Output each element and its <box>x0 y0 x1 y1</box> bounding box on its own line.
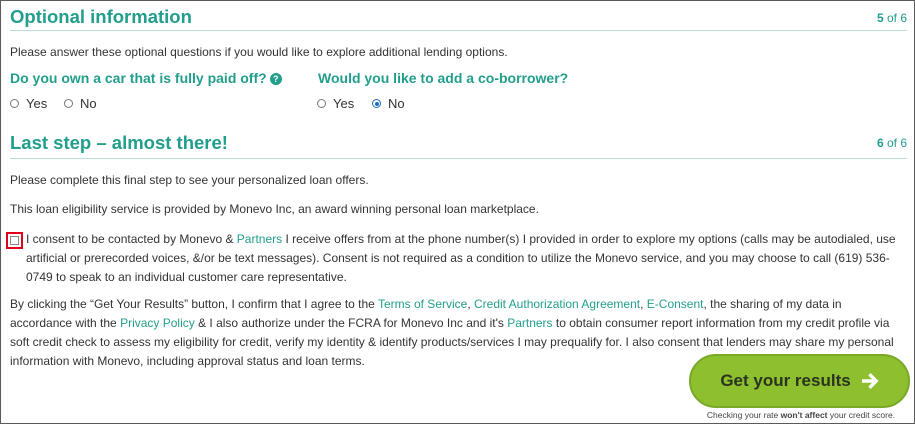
help-icon[interactable]: ? <box>269 73 282 85</box>
terms-of-service-link[interactable]: Terms of Service <box>378 297 467 311</box>
section-header-optional: Optional information 5 of 6 <box>10 1 907 31</box>
radio-label: Yes <box>26 96 48 111</box>
credit-authorization-link[interactable]: Credit Authorization Agreement <box>474 297 640 311</box>
e-consent-link[interactable]: E-Consent <box>647 297 704 311</box>
final-step-intro: Please complete this final step to see y… <box>10 173 369 187</box>
coborrower-yes-radio[interactable]: Yes <box>317 96 354 111</box>
radio-selected-icon[interactable] <box>372 99 381 108</box>
form-panel: Optional information 5 of 6 Please answe… <box>0 0 915 424</box>
radio-icon[interactable] <box>317 99 326 108</box>
section-header-last-step: Last step – almost there! 6 of 6 <box>10 129 907 159</box>
car-no-radio[interactable]: No <box>64 96 97 111</box>
get-results-button[interactable]: Get your results <box>689 354 910 408</box>
question-car: Do you own a car that is fully paid off?… <box>10 70 282 86</box>
credit-score-note: Checking your rate won't affect your cre… <box>706 410 896 420</box>
coborrower-no-radio[interactable]: No <box>372 96 405 111</box>
radio-icon[interactable] <box>64 99 73 108</box>
step-indicator: 6 of 6 <box>876 136 907 150</box>
consent-text: I consent to be contacted by Monevo & Pa… <box>26 232 896 284</box>
question-car-label: Do you own a car that is fully paid off? <box>10 70 267 86</box>
consent-checkbox-highlight[interactable] <box>6 232 23 249</box>
step-indicator: 5 of 6 <box>876 11 907 25</box>
consent-checkbox[interactable] <box>10 236 19 245</box>
radio-label: Yes <box>333 96 355 111</box>
arrow-right-icon <box>861 373 879 389</box>
section-title: Optional information <box>10 6 192 27</box>
radio-icon[interactable] <box>10 99 19 108</box>
get-results-label: Get your results <box>720 371 851 390</box>
question-coborrower: Would you like to add a co-borrower? <box>318 70 569 86</box>
radio-label: No <box>388 96 405 111</box>
car-yes-radio[interactable]: Yes <box>10 96 47 111</box>
section-title: Last step – almost there! <box>10 132 228 153</box>
radio-label: No <box>80 96 97 111</box>
optional-intro: Please answer these optional questions i… <box>10 45 508 59</box>
service-provider-text: This loan eligibility service is provide… <box>10 202 539 216</box>
privacy-policy-link[interactable]: Privacy Policy <box>120 316 195 330</box>
partners-link[interactable]: Partners <box>507 316 552 330</box>
partners-link[interactable]: Partners <box>237 232 282 246</box>
